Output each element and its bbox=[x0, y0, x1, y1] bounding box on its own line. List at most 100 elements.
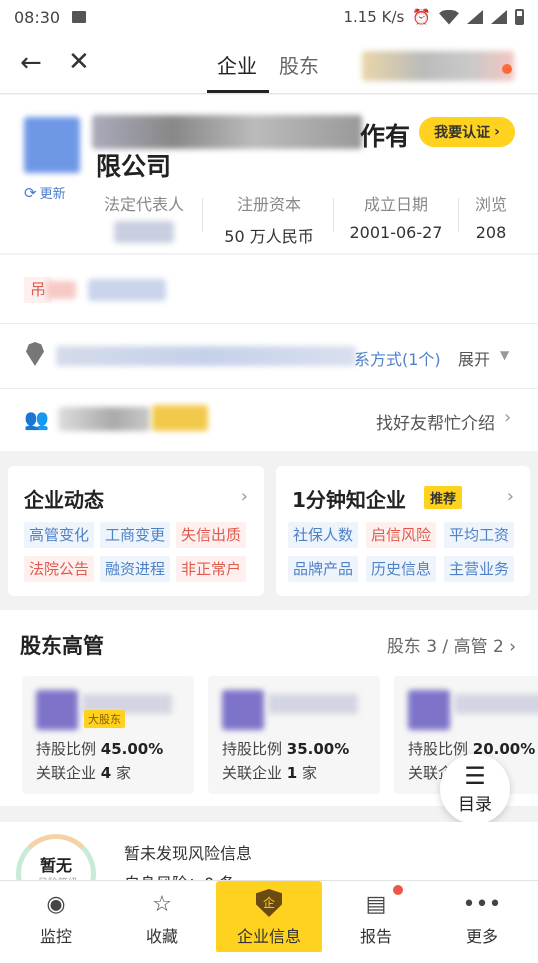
chip[interactable]: 失信出质 bbox=[176, 522, 247, 548]
more-dots-icon: ••• bbox=[462, 892, 502, 917]
refresh-icon: ⟳ bbox=[24, 183, 37, 202]
chip[interactable]: 高管变化 bbox=[24, 522, 95, 548]
shareholder-card[interactable]: 大股东 持股比例 45.00% 关联企业 4 家 bbox=[22, 676, 194, 794]
friend-tag-blurred bbox=[152, 405, 208, 431]
nav-label: 报告 bbox=[359, 927, 392, 946]
avatar bbox=[408, 690, 450, 730]
battery-icon bbox=[515, 9, 524, 25]
stat-divider bbox=[458, 198, 459, 232]
company-logo bbox=[24, 117, 80, 173]
card-quick-overview[interactable]: 1分钟知企业 推荐 › 社保人数 启信风险 平均工资 品牌产品 历史信息 主营业… bbox=[276, 466, 530, 596]
stat-value: 208 bbox=[475, 223, 507, 242]
status-bar: 08:30 1.15 K/s ⏰ bbox=[0, 0, 538, 34]
stat-label: 注册资本 bbox=[236, 195, 301, 214]
list-icon: ☰ bbox=[464, 762, 486, 790]
stat-registered-capital: 注册资本 50 万人民币 bbox=[214, 191, 324, 247]
expand-button[interactable]: 展开 bbox=[458, 346, 490, 370]
nav-label: 更多 bbox=[465, 927, 498, 946]
shareholder-card[interactable]: 持股比例 35.00% 关联企业 1 家 bbox=[208, 676, 380, 794]
nav-report[interactable]: ▤ 报告 bbox=[336, 881, 416, 947]
back-arrow-icon[interactable]: ← bbox=[20, 50, 42, 76]
chip[interactable]: 法院公告 bbox=[24, 556, 95, 582]
contact-link[interactable]: 系方式(1个) bbox=[354, 346, 441, 370]
shareholder-count-link[interactable]: 股东 3 / 高管 2 › bbox=[387, 632, 516, 657]
chip[interactable]: 平均工资 bbox=[444, 522, 515, 548]
stat-label: 法定代表人 bbox=[103, 195, 184, 214]
company-header: 作有 限公司 我要认证 › ⟳ 更新 法定代表人 注册资本 50 万人民币 成立… bbox=[0, 95, 538, 253]
company-name-blurred bbox=[92, 115, 362, 149]
chip[interactable]: 品牌产品 bbox=[288, 556, 359, 582]
status-tag-row: 吊 bbox=[0, 255, 538, 323]
stat-founded-date: 成立日期 2001-06-27 bbox=[344, 191, 448, 242]
nav-label: 企业信息 bbox=[236, 927, 301, 946]
status-tag-blurred bbox=[46, 281, 76, 299]
nav-bar: ← ✕ 企业 股东 bbox=[0, 34, 538, 94]
chevron-right-icon: › bbox=[504, 407, 512, 428]
chip[interactable]: 非正常户 bbox=[176, 556, 247, 582]
toc-label: 目录 bbox=[458, 795, 492, 815]
nav-company-info[interactable]: 企 企业信息 bbox=[216, 881, 322, 953]
notification-dot bbox=[502, 64, 512, 74]
major-shareholder-badge: 大股东 bbox=[84, 710, 125, 728]
stat-legal-rep[interactable]: 法定代表人 bbox=[98, 191, 190, 243]
location-pin-icon bbox=[26, 342, 44, 366]
chip[interactable]: 工商变更 bbox=[100, 522, 171, 548]
risk-section[interactable]: 暂无 风险等级 暂未发现风险信息 自身风险：0 条 bbox=[0, 822, 538, 882]
close-icon[interactable]: ✕ bbox=[68, 48, 90, 76]
tab-underline bbox=[207, 90, 269, 93]
recommend-badge: 推荐 bbox=[424, 486, 463, 509]
share-ratio: 持股比例 45.00% bbox=[36, 740, 164, 758]
nav-right-blurred[interactable] bbox=[362, 51, 514, 81]
company-name-tail: 作有 bbox=[360, 122, 411, 151]
chip[interactable]: 主营业务 bbox=[444, 556, 515, 582]
friends-intro-link[interactable]: 找好友帮忙介绍 bbox=[376, 409, 495, 434]
status-icons: 1.15 K/s ⏰ bbox=[343, 8, 524, 26]
update-label: 更新 bbox=[39, 187, 66, 202]
legal-rep-blurred bbox=[114, 221, 174, 243]
tab-company[interactable]: 企业 bbox=[217, 50, 257, 79]
signal-icon bbox=[467, 10, 483, 24]
stat-label: 浏览 bbox=[474, 195, 507, 214]
nav-label: 监控 bbox=[39, 927, 72, 946]
card-company-dynamics[interactable]: 企业动态 › 高管变化 工商变更 失信出质 法院公告 融资进程 非正常户 bbox=[8, 466, 264, 596]
shield-icon: 企 bbox=[256, 889, 282, 917]
table-of-contents-button[interactable]: ☰ 目录 bbox=[440, 754, 510, 824]
section-title: 股东高管 bbox=[20, 634, 104, 658]
stat-value: 50 万人民币 bbox=[224, 227, 314, 246]
bottom-nav: ◉ 监控 ☆ 收藏 企 企业信息 ▤ 报告 ••• 更多 bbox=[0, 880, 538, 963]
stat-label: 成立日期 bbox=[363, 195, 428, 214]
chip[interactable]: 社保人数 bbox=[288, 522, 359, 548]
card-title: 1分钟知企业 bbox=[292, 488, 406, 512]
stat-value: 2001-06-27 bbox=[349, 223, 443, 242]
chip[interactable]: 历史信息 bbox=[366, 556, 437, 582]
image-icon bbox=[72, 11, 87, 23]
shareholder-name-blurred bbox=[268, 694, 358, 714]
friends-row[interactable]: 👥 找好友帮忙介绍 › bbox=[0, 389, 538, 451]
alarm-icon: ⏰ bbox=[412, 8, 431, 26]
card-title: 企业动态 bbox=[24, 488, 104, 512]
caret-down-icon: ▼ bbox=[500, 348, 510, 362]
related-companies: 关联企业 4 家 bbox=[36, 764, 132, 782]
company-name-line2: 限公司 bbox=[96, 152, 172, 181]
nav-favorite[interactable]: ☆ 收藏 bbox=[122, 881, 202, 947]
update-button[interactable]: ⟳ 更新 bbox=[24, 183, 66, 203]
shareholder-count: 股东 3 / 高管 2 bbox=[386, 637, 504, 657]
nav-more[interactable]: ••• 更多 bbox=[442, 881, 522, 947]
certify-button[interactable]: 我要认证 › bbox=[419, 117, 515, 147]
chevron-right-icon: › bbox=[506, 486, 514, 507]
signal-icon-2 bbox=[491, 10, 507, 24]
chevron-right-icon: › bbox=[240, 486, 248, 507]
chip[interactable]: 融资进程 bbox=[100, 556, 171, 582]
document-icon: ▤ bbox=[365, 892, 387, 917]
chip[interactable]: 启信风险 bbox=[366, 522, 437, 548]
nav-label: 收藏 bbox=[145, 927, 178, 946]
network-speed: 1.15 K/s bbox=[343, 8, 405, 26]
tab-shareholder[interactable]: 股东 bbox=[279, 50, 319, 79]
nav-monitor[interactable]: ◉ 监控 bbox=[16, 881, 96, 947]
risk-title: 暂未发现风险信息 bbox=[124, 844, 253, 863]
address-row[interactable]: 系方式(1个) 展开 ▼ bbox=[0, 324, 538, 388]
avatar bbox=[36, 690, 78, 730]
star-icon: ☆ bbox=[152, 892, 172, 917]
address-blurred bbox=[56, 346, 356, 366]
system-nav-strip bbox=[0, 952, 538, 963]
